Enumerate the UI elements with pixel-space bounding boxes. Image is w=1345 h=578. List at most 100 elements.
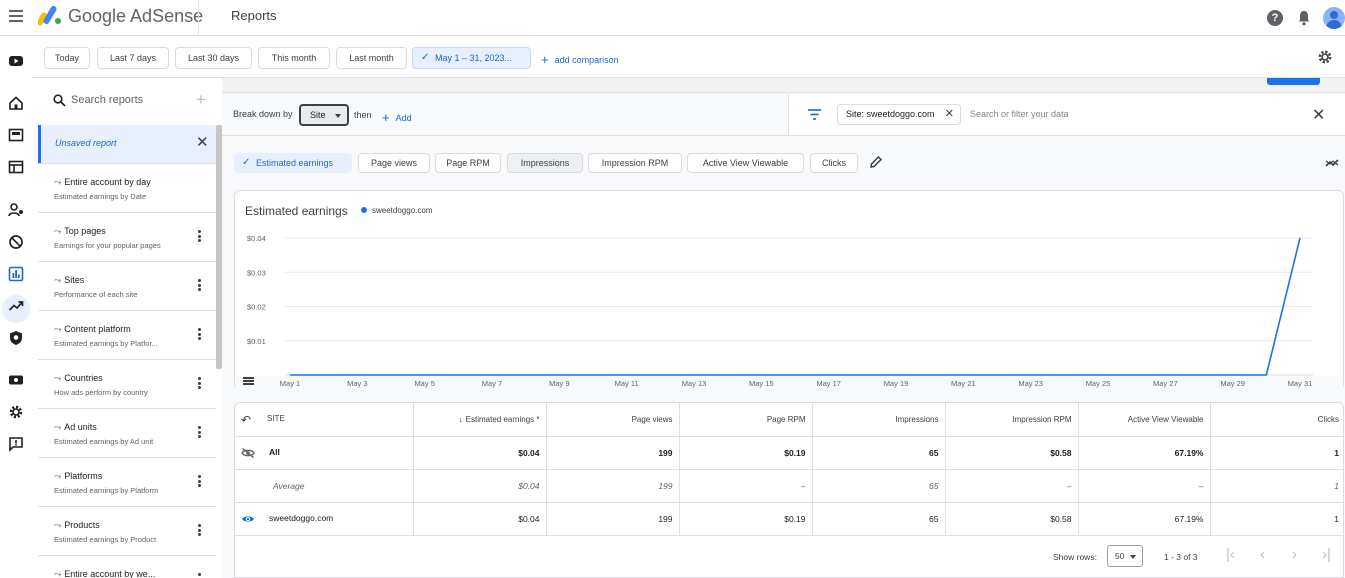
search-reports[interactable]: Search reports +	[38, 78, 216, 124]
more-vert-icon[interactable]	[198, 230, 202, 244]
plus-icon: +	[382, 110, 390, 125]
metric-chip-estimated-earnings[interactable]: Estimated earnings	[234, 153, 352, 173]
sidebar-item-title: Sites	[64, 275, 85, 285]
date-chip-last-month[interactable]: Last month	[336, 47, 407, 69]
more-vert-icon[interactable]	[198, 279, 202, 293]
feedback-icon[interactable]	[8, 436, 24, 452]
x-tick-label: May 9	[549, 379, 569, 388]
cell-clicks: 1	[1209, 469, 1343, 503]
edit-metrics-icon[interactable]	[869, 155, 883, 169]
date-chip-custom-range[interactable]: May 1 – 31, 2023...	[412, 47, 531, 69]
date-chip-last-30-days[interactable]: Last 30 days	[175, 47, 252, 69]
sidebar-item-content-platform[interactable]: ⤳ Content platform Estimated earnings by …	[38, 310, 216, 359]
more-vert-icon[interactable]	[198, 475, 202, 489]
more-vert-icon[interactable]	[198, 377, 202, 391]
visibility-off-icon[interactable]	[241, 447, 255, 458]
column-header-active-view-viewable[interactable]: Active View Viewable	[1077, 403, 1210, 437]
column-header-page-rpm[interactable]: Page RPM	[678, 403, 812, 437]
metric-chip-impressions[interactable]: Impressions	[507, 153, 583, 173]
column-header-clicks[interactable]: Clicks	[1209, 403, 1343, 437]
table-pagination: Show rows: 50 1 - 3 of 3 |‹ ‹ › ›|	[235, 537, 1343, 577]
unsaved-report-label: Unsaved report	[55, 138, 117, 148]
video-icon[interactable]	[8, 53, 24, 69]
save-button[interactable]	[1267, 78, 1320, 85]
x-tick-label: May 27	[1153, 379, 1178, 388]
next-page-icon[interactable]: ›	[1292, 546, 1297, 563]
column-header-site[interactable]: ↶ SITE	[235, 403, 413, 437]
metric-chip-clicks[interactable]: Clicks	[810, 153, 858, 173]
privacy-messaging-icon[interactable]	[8, 202, 24, 218]
add-dimension-button[interactable]: + Add	[382, 109, 412, 125]
sites-icon[interactable]	[8, 159, 24, 175]
account-avatar[interactable]	[1323, 7, 1345, 29]
metric-chip-impression-rpm[interactable]: Impression RPM	[588, 153, 682, 173]
cell-impression-rpm: $0.58	[944, 502, 1078, 536]
filter-icon[interactable]	[808, 109, 821, 120]
report-main: Break down by Site then + Add Site: sweet…	[222, 78, 1345, 578]
sidebar-item-sites[interactable]: ⤳ Sites Performance of each site	[38, 261, 216, 310]
first-page-icon[interactable]: |‹	[1226, 546, 1235, 563]
sidebar-item-top-pages[interactable]: ⤳ Top pages Earnings for your popular pag…	[38, 212, 216, 261]
sidebar-item-platforms[interactable]: ⤳ Platforms Estimated earnings by Platfor…	[38, 457, 216, 506]
brand-safety-icon[interactable]	[8, 330, 24, 346]
cell-active-view-viewable: –	[1077, 469, 1210, 503]
undo-icon[interactable]: ↶	[241, 413, 255, 427]
payments-icon[interactable]	[8, 372, 24, 388]
metric-chip-page-rpm[interactable]: Page RPM	[435, 153, 501, 173]
x-tick-label: May 3	[347, 379, 367, 388]
table-row: All $0.04 199 $0.19 65 $0.58 67.19% 1	[235, 436, 1343, 470]
dimension-dropdown[interactable]: Site	[299, 104, 349, 126]
cell-impressions: 65	[811, 436, 945, 470]
sidebar-item-products[interactable]: ⤳ Products Estimated earnings by Product	[38, 506, 216, 555]
column-header-impression-rpm[interactable]: Impression RPM	[944, 403, 1078, 437]
reports-icon[interactable]	[8, 266, 24, 282]
sidebar-item-subtitle: Performance of each site	[54, 290, 138, 299]
sidebar-item-ad-units[interactable]: ⤳ Ad units Estimated earnings by Ad unit	[38, 408, 216, 457]
home-icon[interactable]	[8, 95, 24, 111]
new-report-plus-icon[interactable]: +	[196, 90, 206, 110]
chart-menu-icon[interactable]	[243, 377, 254, 385]
filter-search-input[interactable]: Search or filter your data	[970, 109, 1069, 119]
more-vert-icon[interactable]	[198, 426, 202, 440]
help-icon[interactable]: ?	[1267, 10, 1283, 26]
menu-icon[interactable]	[9, 10, 23, 22]
rows-per-page-select[interactable]: 50	[1107, 545, 1143, 567]
filter-chip-site[interactable]: Site: sweetdoggo.com ✕	[837, 104, 961, 125]
date-chip-last-7-days[interactable]: Last 7 days	[97, 47, 169, 69]
notifications-icon[interactable]	[1297, 10, 1311, 26]
date-chip-today[interactable]: Today	[44, 47, 90, 69]
metric-chip-active-view-viewable[interactable]: Active View Viewable	[687, 153, 804, 173]
show-rows-label: Show rows:	[1053, 552, 1097, 562]
sparkline-icon: ⤳	[54, 177, 62, 187]
visibility-icon[interactable]	[241, 514, 255, 524]
more-vert-icon[interactable]	[198, 524, 202, 538]
column-header-page-views[interactable]: Page views	[545, 403, 679, 437]
cell-clicks: 1	[1209, 502, 1343, 536]
remove-filter-icon[interactable]: ✕	[945, 105, 954, 124]
date-chip-this-month[interactable]: This month	[258, 47, 330, 69]
settings-icon[interactable]	[8, 404, 24, 420]
cell-estimated-earnings: $0.04	[412, 469, 546, 503]
cell-page-views: 199	[545, 436, 679, 470]
unsaved-report-item[interactable]: Unsaved report ✕	[38, 125, 216, 163]
close-icon[interactable]: ✕	[1312, 105, 1325, 125]
column-header-impressions[interactable]: Impressions	[811, 403, 945, 437]
metric-chip-page-views[interactable]: Page views	[358, 153, 430, 173]
more-vert-icon[interactable]	[198, 573, 202, 578]
prev-page-icon[interactable]: ‹	[1260, 546, 1265, 563]
sidebar-item-entire-account-by-day[interactable]: ⤳ Entire account by day Estimated earning…	[38, 163, 216, 212]
rows-per-page-value: 50	[1115, 551, 1125, 561]
last-page-icon[interactable]: ›|	[1322, 546, 1331, 563]
blocking-controls-icon[interactable]	[8, 234, 24, 250]
more-vert-icon[interactable]	[198, 328, 202, 342]
column-header-estimated-earnings[interactable]: ↓ Estimated earnings *	[412, 403, 546, 437]
sidebar-item-countries[interactable]: ⤳ Countries How ads perform by country	[38, 359, 216, 408]
ads-icon[interactable]	[8, 127, 24, 143]
add-comparison-button[interactable]: + add comparison	[541, 51, 619, 67]
sidebar-item-entire-account-by-week[interactable]: ⤳ Entire account by we...	[38, 555, 216, 578]
optimization-icon[interactable]	[8, 298, 24, 314]
gear-icon[interactable]	[1317, 49, 1333, 65]
close-icon[interactable]: ✕	[196, 133, 209, 151]
trend-icon[interactable]	[1325, 157, 1339, 169]
sidebar-item-title: Products	[64, 520, 100, 530]
